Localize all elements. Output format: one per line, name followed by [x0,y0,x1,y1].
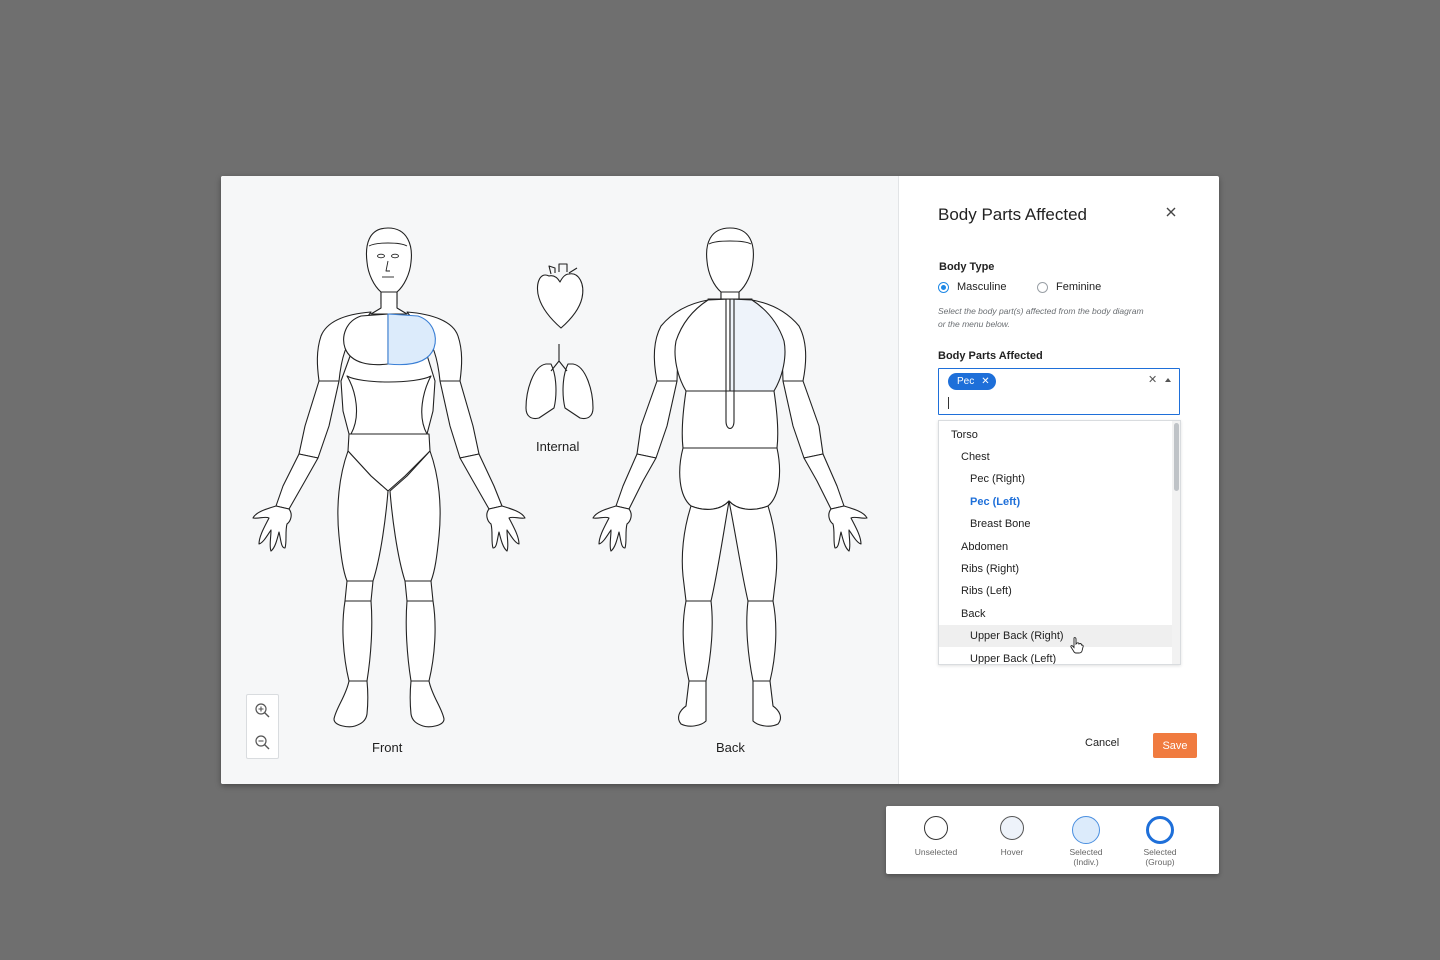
front-abdomen[interactable] [346,375,432,435]
body-type-label: Body Type [939,261,995,273]
back-upper-arm-right[interactable] [636,380,678,459]
front-upper-arm-left[interactable] [439,380,480,459]
option-ribs-left[interactable]: Ribs (Left) [939,580,1172,602]
body-diagram-pane: Front Internal Back [221,176,899,784]
close-button[interactable] [1163,204,1179,220]
option-upper-back-right[interactable]: Upper Back (Right) [939,625,1172,647]
chip-label: Pec [957,376,975,387]
helper-text: Select the body part(s) affected from th… [938,306,1144,329]
caret-up-icon[interactable] [1165,378,1171,382]
back-forearm-right[interactable] [615,453,657,510]
legend-selected-individual-swatch [1072,816,1100,844]
front-hand-left[interactable] [486,505,526,552]
radio-masculine[interactable]: Masculine [938,280,1007,294]
back-calf-left[interactable] [746,600,777,682]
back-foot-right[interactable] [677,680,707,727]
legend-label: Hover [1000,847,1024,857]
back-lower-back[interactable] [681,390,779,449]
body-diagram [252,227,868,728]
heart[interactable] [536,273,584,329]
legend-selected-individual: Selected (Indiv.) [1049,816,1123,867]
state-legend: Unselected Hover Selected (Indiv.) Selec… [886,806,1219,874]
legend-hover-swatch [1000,816,1024,840]
back-figure [592,227,868,727]
option-breast-bone[interactable]: Breast Bone [939,513,1172,535]
legend-unselected: Unselected [899,816,973,857]
front-foot-left[interactable] [409,680,445,728]
selected-chip: Pec ✕ [948,373,996,390]
front-figure [252,227,526,728]
clear-selection-icon[interactable]: ✕ [1148,373,1157,386]
option-pec-right[interactable]: Pec (Right) [939,468,1172,490]
front-forearm-right[interactable] [275,453,319,510]
body-parts-label: Body Parts Affected [938,350,1043,362]
radio-label: Feminine [1056,281,1102,293]
back-foot-left[interactable] [752,680,782,727]
hand-pointer-icon [1070,637,1084,654]
dropdown-scrollbar[interactable] [1172,421,1180,664]
legend-label: Unselected [914,847,958,857]
back-thigh-left[interactable] [728,500,778,602]
option-chest[interactable]: Chest [939,446,1172,468]
save-button[interactable]: Save [1153,733,1197,758]
body-parts-dialog: Front Internal Back Body Parts Affected [221,176,1219,784]
chip-remove-icon[interactable]: ✕ [981,376,989,387]
back-forearm-left[interactable] [803,453,845,510]
front-foot-right[interactable] [333,680,369,728]
front-label: Front [372,740,403,755]
legend-hover: Hover [975,816,1049,857]
front-pec-left[interactable] [387,313,436,366]
body-parts-panel: Body Parts Affected Body Type Masculine … [899,176,1219,784]
cancel-button[interactable]: Cancel [1085,737,1119,749]
legend-label: Selected (Group) [1143,847,1177,867]
radio-checked-icon [938,281,949,293]
back-thigh-right[interactable] [681,500,730,602]
zoom-in-icon [255,703,270,718]
legend-unselected-swatch [924,816,948,840]
legend-selected-group: Selected (Group) [1123,816,1197,867]
panel-title: Body Parts Affected [938,205,1087,224]
zoom-in-button[interactable] [247,695,278,726]
back-upper-arm-left[interactable] [782,380,824,459]
front-hand-right[interactable] [252,505,292,552]
front-knee-right[interactable] [344,580,374,602]
option-pec-left[interactable]: Pec (Left) [939,491,1172,513]
front-knee-left[interactable] [404,580,434,602]
option-ribs-right[interactable]: Ribs (Right) [939,558,1172,580]
back-calf-right[interactable] [682,600,713,682]
back-hand-left[interactable] [828,505,868,552]
body-parts-select[interactable]: Pec ✕ ✕ [938,368,1180,415]
zoom-out-icon [255,735,270,750]
legend-label: Selected (Indiv.) [1069,847,1103,867]
front-neck[interactable] [370,291,408,315]
front-forearm-left[interactable] [459,453,503,510]
internal-organs [525,263,594,420]
zoom-controls [246,694,279,759]
text-cursor [948,397,949,409]
radio-unchecked-icon [1037,281,1048,293]
front-shin-right[interactable] [342,600,373,682]
back-label: Back [716,740,745,755]
option-back[interactable]: Back [939,603,1172,625]
close-icon [1166,207,1176,217]
option-abdomen[interactable]: Abdomen [939,536,1172,558]
option-upper-back-left[interactable]: Upper Back (Left) [939,648,1172,664]
radio-feminine[interactable]: Feminine [1037,280,1101,294]
scrollbar-thumb[interactable] [1174,423,1179,491]
legend-selected-group-swatch [1146,816,1174,844]
internal-label: Internal [536,439,580,454]
back-hand-right[interactable] [592,505,632,552]
option-torso[interactable]: Torso [939,424,1172,446]
back-glutes[interactable] [679,447,781,510]
body-parts-dropdown: Torso Chest Pec (Right) Pec (Left) Breas… [938,420,1181,665]
front-upper-arm-right[interactable] [298,380,340,459]
front-shin-left[interactable] [405,600,436,682]
lungs[interactable] [525,363,557,420]
radio-label: Masculine [957,281,1007,293]
zoom-out-button[interactable] [247,727,278,758]
